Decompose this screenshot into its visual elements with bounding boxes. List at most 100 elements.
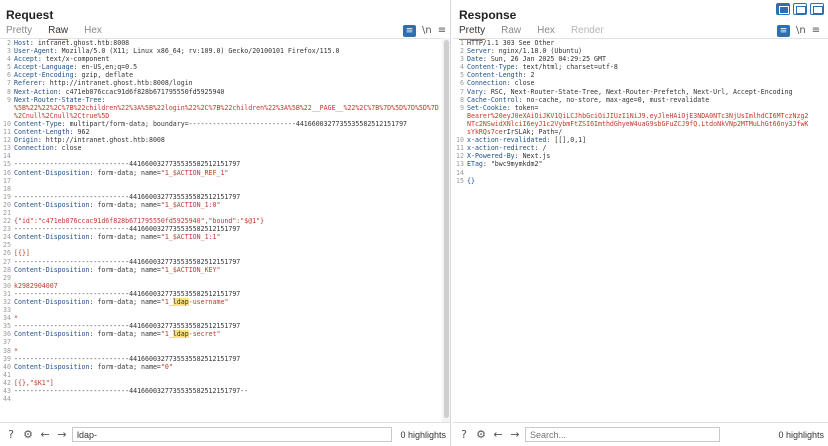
code-token: X-Powered-By bbox=[467, 152, 515, 161]
line-content: {"id":"c471eb076ccac91d6f828b671795550fd… bbox=[14, 217, 264, 225]
help-icon[interactable]: ? bbox=[4, 428, 18, 442]
layout-tabbed-icon[interactable] bbox=[810, 3, 824, 15]
code-line: 5 Content-Length: 2 bbox=[453, 71, 828, 79]
line-content: X-Powered-By: Next.js bbox=[467, 152, 550, 160]
code-line: 8 Cache-Control: no-cache, no-store, max-… bbox=[453, 96, 828, 104]
line-number: 14 bbox=[3, 152, 11, 161]
request-scroll-thumb[interactable] bbox=[444, 40, 449, 418]
line-number: 26 bbox=[3, 249, 11, 258]
code-token: : form-data; name= bbox=[89, 168, 161, 177]
response-editor[interactable]: 1 HTTP/1.1 303 See Other 2 Server: nginx/1.… bbox=[453, 38, 828, 422]
line-number: 14 bbox=[456, 168, 464, 177]
code-token: : close bbox=[506, 79, 535, 88]
request-search-input[interactable] bbox=[72, 427, 392, 442]
response-title: Response bbox=[459, 8, 517, 22]
code-token: "1_$ACTION_1:1" bbox=[160, 233, 221, 242]
code-token: Content-Length bbox=[14, 128, 70, 137]
line-number: 29 bbox=[3, 273, 11, 282]
code-token: Bearer%20eyJ0eXAiOiJKV1QiLCJhbGciOiJIUzI… bbox=[467, 111, 809, 120]
forward-arrow-icon[interactable]: → bbox=[508, 428, 522, 442]
code-token: Content-Disposition bbox=[14, 298, 90, 306]
line-number: 25 bbox=[3, 241, 11, 250]
line-content: Server: nginx/1.18.0 (Ubuntu) bbox=[467, 47, 582, 55]
back-arrow-icon[interactable]: ← bbox=[491, 428, 505, 442]
code-token: Content-Disposition bbox=[14, 330, 90, 339]
line-content: Content-Disposition: form-data; name="1_… bbox=[14, 266, 220, 274]
line-content: HTTP/1.1 303 See Other bbox=[467, 39, 554, 47]
response-view-options: ≡ \n ≡ bbox=[777, 25, 820, 37]
code-token: "1_ bbox=[160, 330, 173, 339]
code-token: * bbox=[14, 346, 18, 355]
layout-side-by-side-icon[interactable] bbox=[776, 3, 790, 15]
line-number: 44 bbox=[3, 395, 11, 404]
code-token: "1_$ACTION_REF_1" bbox=[160, 168, 229, 177]
code-token: : token= bbox=[506, 103, 539, 112]
code-token: -----------------------------44166003277… bbox=[14, 192, 241, 201]
code-token: * bbox=[14, 314, 18, 323]
code-token: Cache-Control bbox=[467, 95, 519, 104]
line-number: 11 bbox=[3, 128, 11, 137]
menu-icon[interactable]: ≡ bbox=[438, 25, 446, 37]
code-token: Next-Router-State-Tree bbox=[14, 95, 102, 104]
line-number: 10 bbox=[3, 119, 11, 128]
response-search-input[interactable] bbox=[525, 427, 720, 442]
line-content: Content-Disposition: form-data; name="1_… bbox=[14, 330, 220, 339]
line-content: Content-Type: multipart/form-data; bound… bbox=[14, 120, 407, 128]
line-content: Content-Disposition: form-data; name="1_… bbox=[14, 201, 220, 209]
wrap-icon[interactable]: ≡ bbox=[403, 25, 416, 37]
line-content: Host: intranet.ghost.htb:8008 bbox=[14, 39, 129, 47]
line-number: 23 bbox=[3, 225, 11, 234]
line-number: 12 bbox=[456, 152, 464, 161]
layout-stacked-icon[interactable] bbox=[793, 3, 807, 15]
code-token: -----------------------------44166003277… bbox=[14, 160, 241, 169]
code-token: Date bbox=[467, 55, 483, 64]
code-line: 3 User-Agent: Mozilla/5.0 (X11; Linux x86… bbox=[0, 47, 450, 55]
line-content: * bbox=[14, 347, 18, 355]
line-number: 1 bbox=[460, 39, 464, 47]
line-content: * bbox=[14, 314, 18, 322]
line-content: Next-Action: c471eb076ccac91d6f828b67179… bbox=[14, 88, 224, 96]
settings-icon[interactable]: ⚙ bbox=[21, 428, 35, 442]
code-token: : c471eb076ccac91d6f828b671795550fd59259… bbox=[57, 87, 225, 96]
code-line: %2Cnull%2Cnull%2Ctrue%5D bbox=[0, 112, 450, 120]
line-content: Connection: close bbox=[467, 79, 535, 87]
request-editor[interactable]: 2 Host: intranet.ghost.htb:8008 3 User-Agen… bbox=[0, 38, 450, 422]
code-token: : Mozilla/5.0 (X11; Linux x86_64; rv:109… bbox=[53, 47, 340, 56]
newline-icon[interactable]: \n bbox=[422, 25, 432, 37]
code-token: : 962 bbox=[69, 128, 90, 137]
request-scrollbar[interactable] bbox=[442, 38, 450, 422]
code-line: 32 Content-Disposition: form-data; name="… bbox=[0, 298, 450, 306]
menu-icon[interactable]: ≡ bbox=[812, 25, 820, 37]
line-content: -----------------------------44166003277… bbox=[14, 355, 240, 363]
code-line: 35 -----------------------------441660032… bbox=[0, 322, 450, 330]
forward-arrow-icon[interactable]: → bbox=[55, 428, 69, 442]
line-number: 2 bbox=[7, 39, 11, 47]
code-token: Origin bbox=[14, 136, 38, 145]
line-number: 17 bbox=[3, 176, 11, 185]
line-number: 9 bbox=[460, 103, 464, 112]
line-content: Accept: text/x-component bbox=[14, 55, 109, 63]
code-line: 5 Accept-Language: en-US,en;q=0.5 bbox=[0, 63, 450, 71]
back-arrow-icon[interactable]: ← bbox=[38, 428, 52, 442]
code-token: Accept bbox=[14, 55, 38, 64]
line-number: 21 bbox=[3, 208, 11, 217]
code-line: 22 {"id":"c471eb076ccac91d6f828b671795550… bbox=[0, 217, 450, 225]
code-token: sYkRQs7ce bbox=[467, 128, 503, 137]
wrap-icon[interactable]: ≡ bbox=[777, 25, 790, 37]
code-line: 12 X-Powered-By: Next.js bbox=[453, 152, 828, 160]
line-number bbox=[453, 112, 467, 120]
settings-icon[interactable]: ⚙ bbox=[474, 428, 488, 442]
code-token: "1_ bbox=[160, 298, 173, 306]
line-number: 40 bbox=[3, 362, 11, 371]
code-token: : form-data; name= bbox=[89, 362, 161, 371]
code-token: -----------------------------44166003277… bbox=[14, 387, 249, 396]
code-token: {} bbox=[467, 176, 475, 185]
help-icon[interactable]: ? bbox=[457, 428, 471, 442]
line-number: 42 bbox=[3, 378, 11, 387]
code-token: "0" bbox=[160, 362, 173, 371]
line-content: Content-Disposition: form-data; name="1_… bbox=[14, 233, 220, 241]
line-content: [{}] bbox=[14, 249, 30, 257]
line-number: 8 bbox=[460, 95, 464, 104]
newline-icon[interactable]: \n bbox=[796, 25, 806, 37]
code-line: 11 x-action-redirect: / bbox=[453, 144, 828, 152]
